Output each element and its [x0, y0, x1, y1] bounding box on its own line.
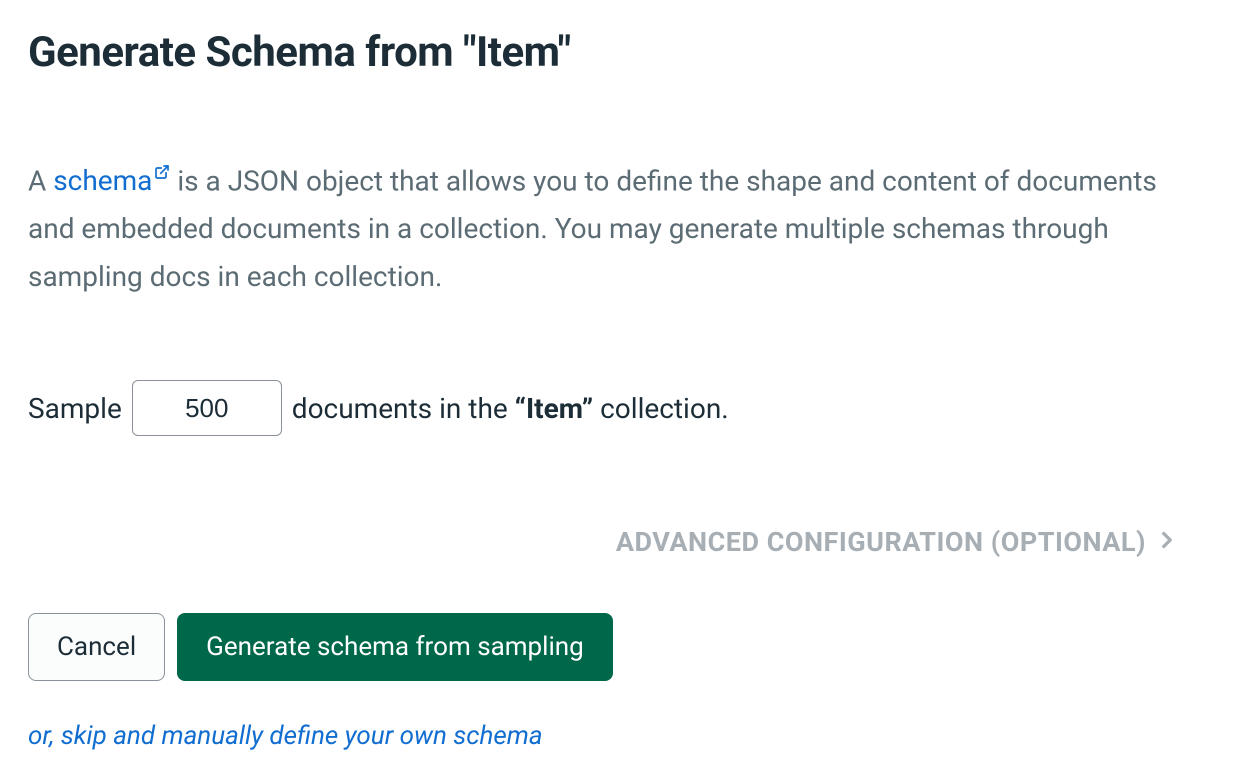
sample-label-before: Sample — [28, 392, 122, 425]
description-text: A schema is a JSON object that allows yo… — [28, 147, 1208, 300]
advanced-config-label: ADVANCED CONFIGURATION (OPTIONAL) — [616, 526, 1146, 558]
page-title: Generate Schema from "Item" — [28, 28, 1220, 77]
desc-suffix: is a JSON object that allows you to defi… — [28, 164, 1157, 292]
advanced-config-toggle[interactable]: ADVANCED CONFIGURATION (OPTIONAL) — [28, 526, 1220, 558]
skip-link[interactable]: or, skip and manually define your own sc… — [28, 721, 543, 751]
sample-row: Sample documents in the “Item” collectio… — [28, 380, 1220, 436]
chevron-right-icon — [1154, 527, 1180, 557]
cancel-button[interactable]: Cancel — [28, 613, 165, 681]
collection-name: “Item” — [515, 392, 594, 425]
schema-link[interactable]: schema — [53, 164, 170, 197]
generate-button[interactable]: Generate schema from sampling — [177, 613, 613, 681]
external-link-icon — [154, 147, 170, 195]
desc-prefix: A — [28, 164, 53, 197]
sample-count-input[interactable] — [132, 380, 282, 436]
sample-label-after: documents in the “Item” collection. — [292, 392, 729, 425]
button-row: Cancel Generate schema from sampling — [28, 613, 1220, 681]
